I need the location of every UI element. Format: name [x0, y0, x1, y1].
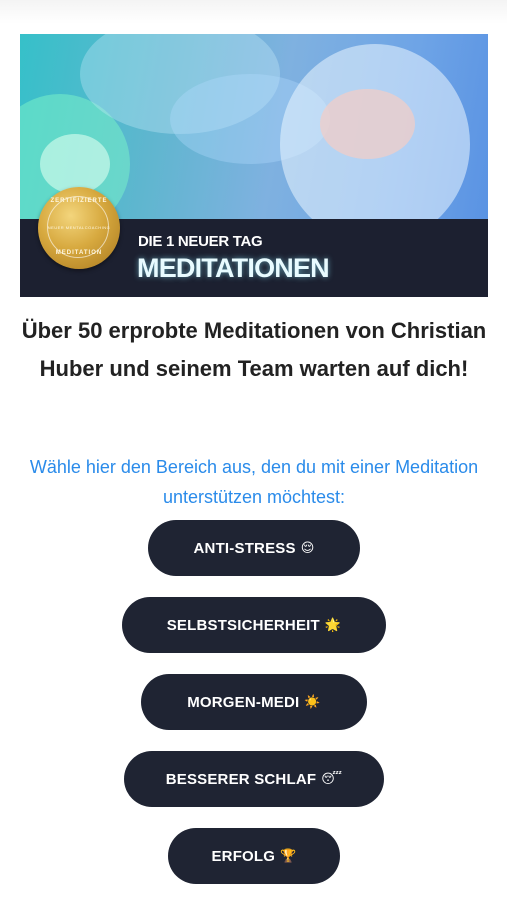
anti-stress-button[interactable]: ANTI-STRESS 😌: [148, 520, 360, 576]
button-label: ERFOLG: [211, 847, 276, 865]
morgen-medi-button[interactable]: MORGEN-MEDI ☀️: [141, 674, 367, 730]
seal-top-text: ZERTIFIZIERTE: [50, 198, 108, 204]
seal-bottom-text: MEDITATION: [55, 250, 103, 256]
button-label: SELBSTSICHERHEIT: [166, 616, 320, 634]
headline: Über 50 erprobte Meditationen von Christ…: [21, 318, 487, 381]
selection-prompt: Wähle hier den Bereich aus, den du mit e…: [29, 457, 479, 507]
erfolg-button[interactable]: ERFOLG 🏆: [168, 828, 340, 884]
star-icon: 🌟: [324, 617, 342, 632]
hero-banner-image: DIE 1 NEUER TAG MEDITATIONEN ZERTIFIZIER…: [20, 34, 488, 297]
selbstsicherheit-button[interactable]: SELBSTSICHERHEIT 🌟: [122, 597, 386, 653]
button-label: MORGEN-MEDI: [187, 693, 300, 711]
button-label: ANTI-STRESS: [193, 539, 296, 557]
trophy-icon: 🏆: [280, 848, 297, 863]
sleeping-face-icon: 😴: [321, 771, 343, 786]
certification-seal: ZERTIFIZIERTE NEUER MENTALCOACHING MEDIT…: [38, 187, 120, 269]
relieved-face-icon: 😌: [300, 540, 315, 555]
seal-middle-text: NEUER MENTALCOACHING: [47, 225, 111, 230]
hero-subtitle: DIE 1 NEUER TAG: [138, 233, 263, 250]
button-label: BESSERER SCHLAF: [165, 770, 317, 788]
sun-icon: ☀️: [304, 694, 321, 709]
besserer-schlaf-button[interactable]: BESSERER SCHLAF 😴: [124, 751, 384, 807]
top-bar: [0, 0, 507, 24]
hero-title: MEDITATIONEN: [137, 253, 330, 283]
